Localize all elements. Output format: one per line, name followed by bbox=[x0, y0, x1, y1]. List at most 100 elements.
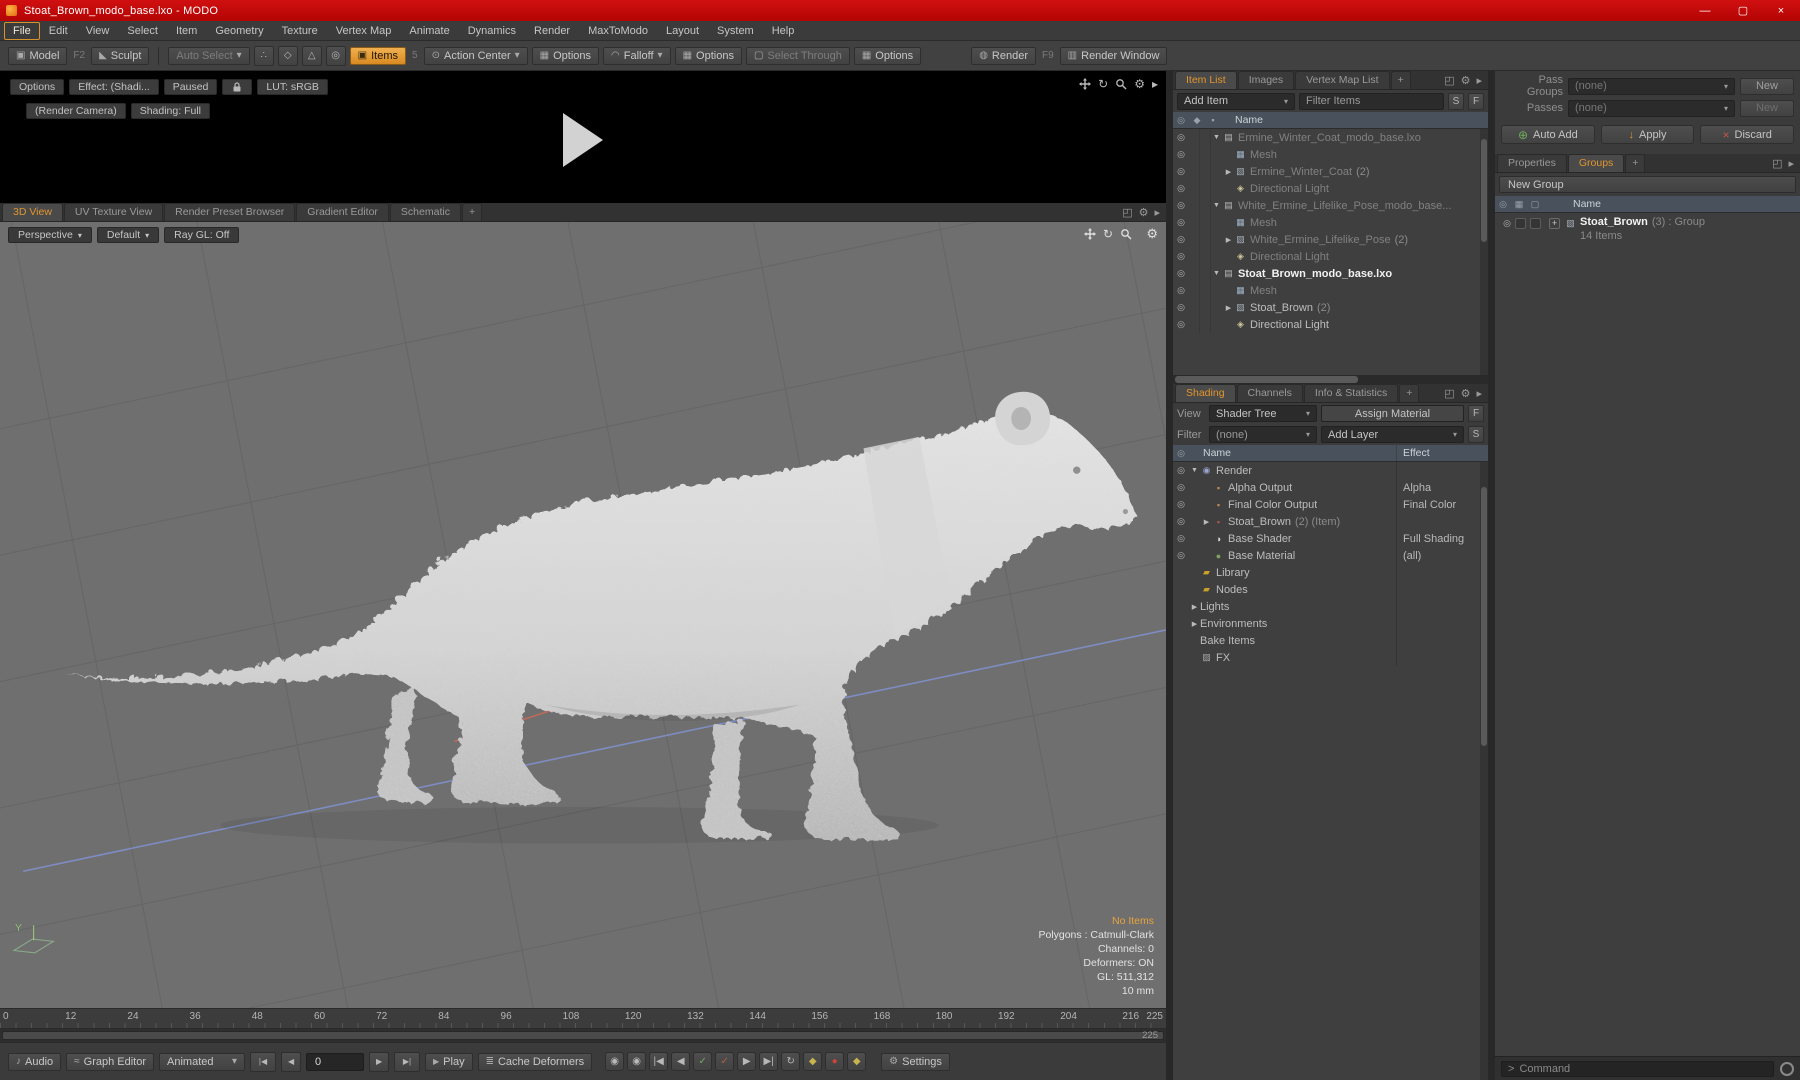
eye-icon[interactable]: ◎ bbox=[1173, 285, 1189, 296]
chevron-right-icon[interactable]: ▸ bbox=[1154, 206, 1160, 219]
eye-icon[interactable]: ◎ bbox=[1173, 200, 1189, 211]
magnifier-icon[interactable] bbox=[1120, 228, 1132, 240]
group-row[interactable]: ◎ + ▧ Stoat_Brown(3) : Group 14 Items bbox=[1495, 213, 1800, 247]
key-icon[interactable]: ◆ bbox=[847, 1052, 866, 1071]
filter-items-input[interactable]: Filter Items bbox=[1299, 93, 1444, 110]
action-center-options-button[interactable]: ▦Options bbox=[532, 47, 599, 65]
panel-tab[interactable]: Channels bbox=[1237, 384, 1303, 402]
shader-filter-dropdown[interactable]: (none)▾ bbox=[1209, 426, 1317, 443]
add-viewport-tab-button[interactable]: + bbox=[462, 203, 482, 221]
shader-tree-row[interactable]: ◎ ▪ Final Color Output Final Color ▾ bbox=[1173, 496, 1488, 513]
shader-tree-row[interactable]: ▶ Lights bbox=[1173, 598, 1488, 615]
mode-edges-button[interactable]: ◇ bbox=[278, 46, 298, 66]
action-center-dropdown[interactable]: ⊙Action Center▾ bbox=[424, 47, 528, 65]
menu-item[interactable]: Help bbox=[763, 22, 804, 40]
item-tree-row[interactable]: ◎ ◈ Directional Light bbox=[1173, 248, 1488, 265]
group-toggle-cell[interactable] bbox=[1530, 218, 1541, 229]
menu-item[interactable]: Item bbox=[167, 22, 206, 40]
eye-icon[interactable]: ◎ bbox=[1173, 217, 1189, 228]
menu-item[interactable]: Vertex Map bbox=[327, 22, 401, 40]
gear-icon[interactable]: ⚙ bbox=[1461, 387, 1471, 400]
eye-icon[interactable]: ◎ bbox=[1173, 268, 1189, 279]
menu-item[interactable]: System bbox=[708, 22, 763, 40]
viewport-tab[interactable]: Gradient Editor bbox=[296, 203, 389, 221]
skip-to-end-button[interactable]: ▶| bbox=[394, 1052, 420, 1072]
effect-cell[interactable] bbox=[1396, 564, 1488, 581]
group-expander[interactable]: + bbox=[1549, 218, 1560, 229]
chevron-right-icon[interactable]: ▸ bbox=[1788, 157, 1794, 170]
item-tree-row[interactable]: ◎ ▼ ▤ Ermine_Winter_Coat_modo_base.lxo bbox=[1173, 129, 1488, 146]
step-back-icon[interactable]: ◀ bbox=[671, 1052, 690, 1071]
preview-play-button[interactable] bbox=[563, 113, 603, 167]
eye-icon[interactable]: ◎ bbox=[1173, 149, 1189, 160]
shader-tree-row[interactable]: ◎ ◑ Base Shader Full Shading ▾ bbox=[1173, 530, 1488, 547]
filter-button[interactable]: F bbox=[1468, 405, 1484, 422]
render-window-button[interactable]: ▥Render Window bbox=[1060, 47, 1168, 65]
shader-tree-row[interactable]: ◎ ▶ ▪ Stoat_Brown (2) (Item) ▾ bbox=[1173, 513, 1488, 530]
next-key-icon[interactable]: ▶| bbox=[759, 1052, 778, 1071]
viewport-tab[interactable]: 3D View bbox=[2, 203, 63, 221]
gear-icon[interactable]: ⚙ bbox=[1146, 226, 1158, 242]
item-tree-row[interactable]: ◎ ▦ Mesh bbox=[1173, 214, 1488, 231]
eye-icon[interactable]: ◎ bbox=[1173, 132, 1189, 143]
effect-cell[interactable]: Alpha ▾ bbox=[1396, 479, 1488, 496]
effect-cell[interactable]: ▾ bbox=[1396, 513, 1488, 530]
expand-icon[interactable]: ◰ bbox=[1122, 206, 1132, 219]
shader-tree-row[interactable]: ▨ FX bbox=[1173, 649, 1488, 666]
close-button[interactable]: × bbox=[1762, 0, 1800, 21]
mode-center-button[interactable]: ◎ bbox=[326, 46, 346, 66]
preview-paused-button[interactable]: Paused bbox=[164, 79, 218, 95]
eye-icon[interactable]: ◎ bbox=[1173, 251, 1189, 262]
effect-cell[interactable]: Full Shading ▾ bbox=[1396, 530, 1488, 547]
chevron-right-icon[interactable]: ▸ bbox=[1476, 74, 1482, 87]
shader-tree-row[interactable]: Bake Items bbox=[1173, 632, 1488, 649]
viewport-tab[interactable]: Render Preset Browser bbox=[164, 203, 295, 221]
expander-icon[interactable]: ▼ bbox=[1189, 467, 1200, 474]
passes-dropdown[interactable]: (none)▾ bbox=[1568, 100, 1735, 117]
shader-tree-row[interactable]: ◎ ▼ ◉ Render bbox=[1173, 462, 1488, 479]
auto-select-dropdown[interactable]: Auto Select▾ bbox=[168, 47, 249, 65]
expander-icon[interactable]: ▼ bbox=[1211, 270, 1222, 277]
audio-button[interactable]: ♪Audio bbox=[8, 1053, 61, 1071]
actor-icon[interactable]: ◉ bbox=[627, 1052, 646, 1071]
shader-tree-scrollbar[interactable] bbox=[1480, 462, 1488, 1080]
render-button[interactable]: ◍Render bbox=[971, 47, 1036, 65]
eye-icon[interactable]: ◎ bbox=[1173, 516, 1189, 527]
shader-view-dropdown[interactable]: Shader Tree▾ bbox=[1209, 405, 1317, 422]
name-column-header[interactable]: Name bbox=[1573, 198, 1601, 210]
macro-record-icon[interactable] bbox=[1780, 1062, 1794, 1076]
add-panel-tab-button[interactable]: + bbox=[1625, 154, 1645, 172]
current-frame-field[interactable]: 0 bbox=[306, 1053, 364, 1071]
select-through-options-button[interactable]: ▦Options bbox=[854, 47, 921, 65]
cache-deformers-button[interactable]: ≣Cache Deformers bbox=[478, 1053, 593, 1071]
panel-tab[interactable]: Images bbox=[1238, 71, 1294, 89]
actor-icon[interactable]: ◉ bbox=[605, 1052, 624, 1071]
menu-item[interactable]: File bbox=[4, 22, 40, 40]
item-tree-row[interactable]: ◎ ◈ Directional Light bbox=[1173, 180, 1488, 197]
add-panel-tab-button[interactable]: + bbox=[1399, 384, 1419, 402]
pan-icon[interactable] bbox=[1084, 228, 1096, 240]
expand-icon[interactable]: ◰ bbox=[1772, 157, 1782, 170]
scope-button[interactable]: S bbox=[1468, 426, 1484, 443]
effect-cell[interactable] bbox=[1396, 649, 1488, 666]
animated-dropdown[interactable]: Animated▾ bbox=[159, 1053, 245, 1071]
scope-button[interactable]: S bbox=[1448, 93, 1464, 110]
gear-icon[interactable]: ⚙ bbox=[1461, 74, 1471, 87]
item-tree-hscrollbar[interactable] bbox=[1173, 375, 1488, 384]
shading-style-dropdown[interactable]: Default▾ bbox=[97, 227, 159, 243]
apply-button[interactable]: ↓Apply bbox=[1601, 125, 1695, 144]
prev-key-icon[interactable]: |◀ bbox=[649, 1052, 668, 1071]
eye-icon[interactable]: ◎ bbox=[1173, 166, 1189, 177]
item-tree-row[interactable]: ◎ ▼ ▤ Stoat_Brown_modo_base.lxo bbox=[1173, 265, 1488, 282]
pan-icon[interactable] bbox=[1079, 78, 1091, 90]
menu-item[interactable]: Select bbox=[118, 22, 167, 40]
timeline-range-track[interactable]: 225 bbox=[0, 1029, 1166, 1042]
check-green-icon[interactable]: ✓ bbox=[693, 1052, 712, 1071]
preview-effect-button[interactable]: Effect: (Shadi... bbox=[69, 79, 159, 95]
group-toggle-cell[interactable] bbox=[1515, 218, 1526, 229]
rotate-icon[interactable]: ↻ bbox=[1098, 77, 1108, 91]
menu-item[interactable]: Render bbox=[525, 22, 579, 40]
viewport-tab[interactable]: UV Texture View bbox=[64, 203, 163, 221]
panel-tab[interactable]: Info & Statistics bbox=[1304, 384, 1398, 402]
item-tree-row[interactable]: ◎ ▶ ▧ Ermine_Winter_Coat (2) bbox=[1173, 163, 1488, 180]
